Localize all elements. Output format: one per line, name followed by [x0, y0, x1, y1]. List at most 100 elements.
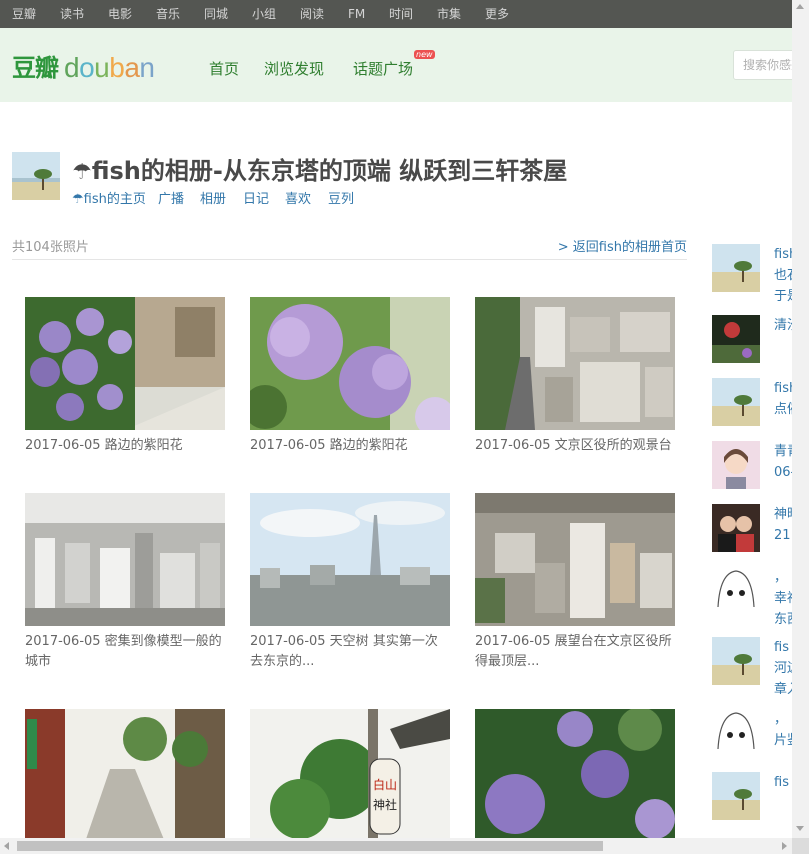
sub-nav-albums[interactable]: 相册 [200, 188, 226, 207]
horizontal-scroll-thumb[interactable] [17, 841, 603, 851]
global-nav: 豆瓣 读书 电影 音乐 同城 小组 阅读 FM 时间 市集 更多 [0, 0, 809, 28]
photo-city-aerial2 [475, 493, 675, 626]
sketch-avatar-image [712, 709, 760, 757]
photo-alley [25, 709, 225, 842]
nav-home[interactable]: 首页 [209, 58, 239, 79]
photo-card [25, 709, 225, 848]
global-nav-more[interactable]: 更多 [485, 0, 509, 28]
photo-thumbnail[interactable] [25, 493, 225, 626]
logo-en-n: n [139, 52, 155, 83]
sidebar-thumb[interactable] [712, 315, 760, 363]
tree-thumb-image [712, 378, 760, 426]
nav-topics[interactable]: 话题广场 [353, 58, 413, 79]
photo-hydrangea-street [25, 297, 225, 430]
album-title: ☂fish的相册-从东京塔的顶端 纵跃到三轩茶屋 [72, 151, 567, 186]
photo-thumbnail[interactable] [250, 297, 450, 430]
album-avatar[interactable] [12, 152, 60, 200]
photo-card: 2017-06-05 天空树 其实第一次去东京的... [250, 493, 450, 672]
sub-nav-likes[interactable]: 喜欢 [285, 188, 311, 207]
logo-cn[interactable]: 豆瓣 [12, 48, 59, 83]
photo-card [475, 709, 675, 848]
sidebar-thumb[interactable] [712, 441, 760, 489]
photo-thumbnail[interactable] [475, 493, 675, 626]
sidebar-thumb[interactable] [712, 244, 760, 292]
sidebar-thumb[interactable] [712, 709, 760, 757]
photo-caption[interactable]: 2017-06-05 文京区役所的观景台 [475, 436, 675, 456]
photo-hydrangea-purple [475, 709, 675, 842]
logo-en[interactable]: douban [64, 48, 155, 88]
global-nav-book[interactable]: 读书 [60, 0, 84, 28]
svg-text:神社: 神社 [373, 797, 397, 812]
sidebar-thumb[interactable] [712, 378, 760, 426]
photo-skytree [250, 493, 450, 626]
logo-en-b: b [109, 52, 125, 83]
photo-card: 2017-06-05 路边的紫阳花 [250, 297, 450, 456]
photo-count: 共104张照片 [12, 240, 89, 255]
vertical-scrollbar[interactable] [792, 0, 809, 838]
photo-card: 2017-06-05 路边的紫阳花 [25, 297, 225, 456]
photo-card: 2017-06-05 密集到像模型一般的城市 [25, 493, 225, 672]
photo-caption[interactable]: 2017-06-05 路边的紫阳花 [250, 436, 450, 456]
photo-thumbnail[interactable] [475, 709, 675, 842]
global-nav-group[interactable]: 小组 [252, 0, 276, 28]
horizontal-scrollbar[interactable] [0, 838, 809, 854]
tree-thumb-image [712, 772, 760, 820]
scrollbar-corner [792, 838, 809, 854]
photo-thumbnail[interactable] [475, 297, 675, 430]
photo-count-bar: 共104张照片 > 返回fish的相册首页 [12, 236, 687, 260]
sub-nav-broadcast[interactable]: 广播 [158, 188, 184, 207]
global-nav-market[interactable]: 市集 [437, 0, 461, 28]
album-title-text: fish的相册-从东京塔的顶端 纵跃到三轩茶屋 [91, 157, 568, 185]
photo-thumbnail[interactable] [25, 709, 225, 842]
sidebar-thumb[interactable] [712, 772, 760, 820]
photo-card: 2017-06-05 文京区役所的观景台 [475, 297, 675, 456]
flowers-thumb-image [712, 315, 760, 363]
photo-card: 白山 神社 [250, 709, 450, 848]
photo-thumbnail[interactable] [25, 297, 225, 430]
sub-nav-home[interactable]: ☂fish的主页 [72, 188, 146, 207]
nav-explore[interactable]: 浏览发现 [264, 58, 324, 79]
global-nav-time[interactable]: 时间 [389, 0, 413, 28]
sidebar-thumb[interactable] [712, 637, 760, 685]
photo-caption[interactable]: 2017-06-05 路边的紫阳花 [25, 436, 225, 456]
site-header: 豆瓣 douban 首页 浏览发现 话题广场 new 搜索你感兴趣的内容和人..… [0, 28, 809, 102]
photo-caption[interactable]: 2017-06-05 天空树 其实第一次去东京的... [250, 632, 450, 672]
umbrella-icon: ☂ [72, 192, 84, 207]
photo-thumbnail[interactable]: 白山 神社 [250, 709, 450, 842]
scroll-left-icon[interactable] [4, 842, 9, 850]
photo-city-dense [25, 493, 225, 626]
global-nav-read[interactable]: 阅读 [300, 0, 324, 28]
back-to-albums-link[interactable]: > 返回fish的相册首页 [558, 236, 687, 255]
sub-nav-doulists[interactable]: 豆列 [328, 188, 354, 207]
logo-en-u: u [94, 52, 110, 83]
umbrella-icon: ☂ [72, 160, 92, 185]
photo-caption[interactable]: 2017-06-05 密集到像模型一般的城市 [25, 632, 225, 672]
scroll-down-icon[interactable] [796, 826, 804, 831]
global-nav-movie[interactable]: 电影 [108, 0, 132, 28]
sub-nav-diary[interactable]: 日记 [243, 188, 269, 207]
photo-caption[interactable]: 2017-06-05 展望台在文京区役所得最顶层... [475, 632, 675, 672]
girl-avatar-image [712, 441, 760, 489]
tree-thumb-image [712, 637, 760, 685]
global-nav-music[interactable]: 音乐 [156, 0, 180, 28]
scroll-right-icon[interactable] [782, 842, 787, 850]
sidebar-thumb[interactable] [712, 567, 760, 615]
avatar-tree-image [12, 152, 60, 200]
global-nav-douban[interactable]: 豆瓣 [12, 0, 36, 28]
logo-en-o: o [79, 52, 95, 83]
sidebar-thumb[interactable] [712, 504, 760, 552]
tree-thumb-image [712, 244, 760, 292]
photo-shrine-lantern: 白山 神社 [250, 709, 450, 842]
photo-card: 2017-06-05 展望台在文京区役所得最顶层... [475, 493, 675, 672]
photo-city-aerial [475, 297, 675, 430]
couple-thumb-image [712, 504, 760, 552]
global-nav-fm[interactable]: FM [348, 0, 365, 28]
global-nav-location[interactable]: 同城 [204, 0, 228, 28]
photo-thumbnail[interactable] [250, 493, 450, 626]
svg-text:白山: 白山 [373, 777, 397, 792]
scroll-up-icon[interactable] [796, 4, 804, 9]
new-badge: new [414, 50, 435, 59]
logo-en-a: a [124, 52, 140, 83]
sketch-avatar-image [712, 567, 760, 615]
logo-en-d: d [64, 52, 80, 83]
